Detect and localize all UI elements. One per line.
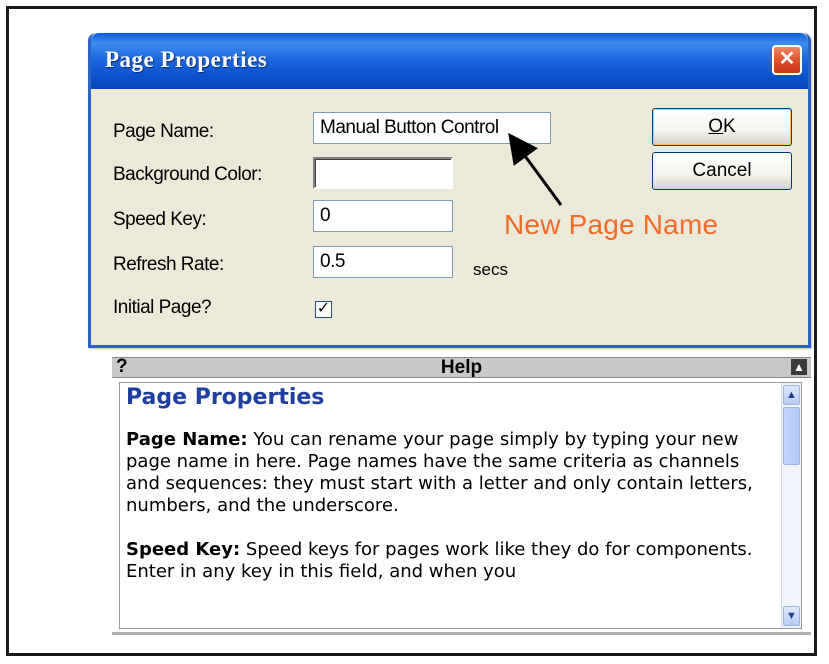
speed-key-label: Speed Key: — [113, 209, 207, 230]
initial-page-checkbox[interactable]: ✓ — [315, 301, 332, 318]
refresh-rate-unit: secs — [473, 260, 508, 279]
annotation-label: New Page Name — [504, 209, 719, 240]
ok-mnemonic: O — [708, 116, 724, 137]
page-name-label: Page Name: — [113, 121, 214, 142]
scroll-thumb[interactable] — [783, 407, 800, 465]
title-bar[interactable]: Page Properties ✕ — [91, 33, 808, 89]
cancel-button[interactable]: Cancel — [652, 152, 792, 190]
page-properties-dialog: Page Properties ✕ Page Name: Background … — [88, 33, 811, 348]
help-section-speed-key: Speed Key: Speed keys for pages work lik… — [126, 539, 774, 583]
refresh-rate-label: Refresh Rate: — [113, 254, 224, 275]
ok-button[interactable]: OK — [652, 108, 792, 146]
background-color-field[interactable] — [313, 157, 453, 189]
close-icon: ✕ — [778, 48, 796, 70]
help-header: ? Help ▲ — [112, 356, 811, 378]
close-button[interactable]: ✕ — [772, 45, 802, 75]
help-term: Speed Key: — [126, 539, 241, 560]
help-scrollbar[interactable]: ▲ ▼ — [781, 383, 801, 628]
help-term: Page Name: — [126, 429, 248, 450]
help-content: Page Properties Page Name: You can renam… — [120, 383, 780, 609]
dialog-title: Page Properties — [105, 47, 268, 72]
help-title: Help — [440, 357, 483, 378]
background-color-label: Background Color: — [113, 164, 262, 185]
initial-page-label: Initial Page? — [113, 297, 212, 318]
help-section-page-name: Page Name: You can rename your page simp… — [126, 429, 774, 517]
speed-key-input[interactable] — [313, 200, 453, 232]
bottom-divider — [112, 632, 811, 635]
help-panel: Page Properties Page Name: You can renam… — [119, 382, 802, 629]
ok-label-rest: K — [723, 116, 736, 137]
page-name-input[interactable] — [313, 112, 551, 144]
dock-icon[interactable]: ▲ — [791, 359, 807, 375]
checkmark-icon: ✓ — [316, 300, 331, 317]
refresh-rate-input[interactable] — [313, 246, 453, 278]
scroll-down-icon[interactable]: ▼ — [783, 606, 800, 626]
help-heading: Page Properties — [126, 385, 325, 410]
scroll-up-icon[interactable]: ▲ — [783, 385, 800, 405]
